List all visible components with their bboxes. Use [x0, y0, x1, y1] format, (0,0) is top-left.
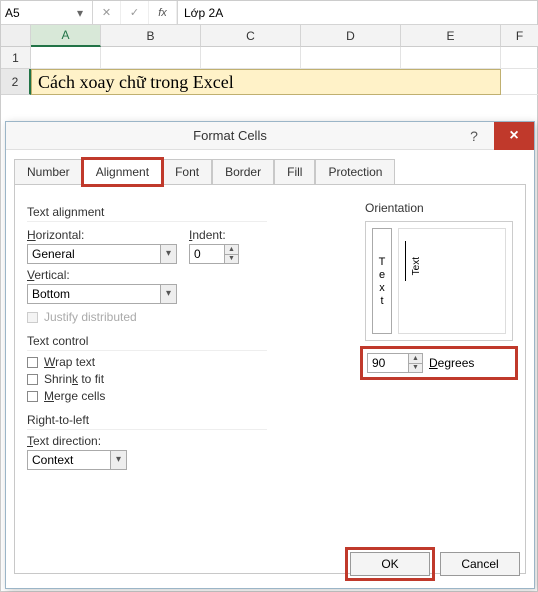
dialog-title: Format Cells	[6, 128, 454, 143]
row-2: 2 Cách xoay chữ trong Excel	[1, 69, 537, 95]
cell-d1[interactable]	[301, 47, 401, 69]
dialog-titlebar[interactable]: Format Cells ? ×	[6, 122, 534, 150]
vertical-combo[interactable]: Bottom ▾	[27, 284, 177, 304]
col-header-a[interactable]: A	[31, 25, 101, 47]
text-alignment-legend: Text alignment	[27, 205, 267, 222]
text-direction-combo[interactable]: Context ▾	[27, 450, 127, 470]
orientation-frame: T e x t Text	[365, 221, 513, 341]
vertical-label: Vertical:	[27, 268, 177, 282]
degrees-spinner[interactable]: 90 ▲▼	[367, 353, 423, 373]
cell-b2-merged[interactable]: Cách xoay chữ trong Excel	[31, 69, 501, 95]
help-button[interactable]: ?	[454, 122, 494, 150]
spin-down-icon[interactable]: ▼	[225, 255, 238, 264]
rtl-legend: Right-to-left	[27, 413, 267, 430]
orientation-legend: Orientation	[365, 201, 513, 217]
chevron-down-icon[interactable]: ▾	[160, 285, 176, 303]
checkbox-icon	[27, 391, 38, 402]
justify-distributed-check: Justify distributed	[27, 310, 267, 324]
column-headers: A B C D E F	[1, 25, 537, 47]
col-header-f[interactable]: F	[501, 25, 538, 47]
shrink-to-fit-check[interactable]: Shrink to fit	[27, 372, 267, 386]
formula-bar: A5 ▾ ✕ ✓ fx Lớp 2A	[1, 1, 537, 25]
degrees-value: 90	[368, 356, 408, 370]
chevron-down-icon[interactable]: ▾	[72, 5, 88, 21]
checkbox-icon	[27, 312, 38, 323]
tab-protection[interactable]: Protection	[315, 159, 395, 185]
format-cells-dialog: Format Cells ? × Number Alignment Font B…	[5, 121, 535, 589]
text-direction-value: Context	[28, 453, 110, 467]
degrees-label: Degrees	[429, 356, 474, 370]
text-control-legend: Text control	[27, 334, 267, 351]
indent-spinner[interactable]: 0 ▲▼	[189, 244, 239, 264]
row-1: 1	[1, 47, 537, 69]
checkbox-icon	[27, 357, 38, 368]
indent-value: 0	[190, 247, 224, 261]
cell-f1[interactable]	[501, 47, 538, 69]
col-header-b[interactable]: B	[101, 25, 201, 47]
select-all-corner[interactable]	[1, 25, 31, 47]
dialog-footer: OK Cancel	[350, 552, 520, 576]
col-header-c[interactable]: C	[201, 25, 301, 47]
alignment-panel: Text alignment HHorizontal:orizontal: Ge…	[14, 184, 526, 574]
cell-c1[interactable]	[201, 47, 301, 69]
horizontal-value: General	[28, 247, 160, 261]
checkbox-icon	[27, 374, 38, 385]
insert-function-button[interactable]: fx	[149, 1, 177, 24]
horizontal-label: HHorizontal:orizontal:	[27, 228, 177, 242]
justify-label: Justify distributed	[44, 310, 137, 324]
tab-alignment[interactable]: Alignment	[83, 159, 162, 185]
cell-b1[interactable]	[101, 47, 201, 69]
chevron-down-icon[interactable]: ▾	[160, 245, 176, 263]
text-direction-label: Text direction:	[27, 434, 267, 448]
cancel-button[interactable]: Cancel	[440, 552, 520, 576]
formula-input[interactable]: Lớp 2A	[178, 1, 537, 24]
vertical-text-button[interactable]: T e x t	[372, 228, 392, 334]
row-header-1[interactable]: 1	[1, 47, 31, 69]
name-box-value: A5	[5, 6, 72, 20]
chevron-down-icon[interactable]: ▾	[110, 451, 126, 469]
indent-label: Indent:	[189, 228, 269, 242]
ok-button[interactable]: OK	[350, 552, 430, 576]
cell-e1[interactable]	[401, 47, 501, 69]
enter-formula-button[interactable]: ✓	[121, 1, 149, 24]
dialog-tabs: Number Alignment Font Border Fill Protec…	[6, 150, 534, 184]
row-header-2[interactable]: 2	[1, 69, 31, 95]
formula-buttons: ✕ ✓ fx	[93, 1, 178, 24]
orientation-dial[interactable]: Text	[398, 228, 506, 334]
horizontal-combo[interactable]: General ▾	[27, 244, 177, 264]
name-box[interactable]: A5 ▾	[1, 1, 93, 24]
spin-up-icon[interactable]: ▲	[409, 354, 422, 364]
dial-text-label: Text	[411, 257, 422, 275]
tab-fill[interactable]: Fill	[274, 159, 315, 185]
spin-down-icon[interactable]: ▼	[409, 364, 422, 373]
col-header-d[interactable]: D	[301, 25, 401, 47]
close-button[interactable]: ×	[494, 122, 534, 150]
tab-number[interactable]: Number	[14, 159, 83, 185]
tab-font[interactable]: Font	[162, 159, 212, 185]
spin-up-icon[interactable]: ▲	[225, 245, 238, 255]
wrap-text-check[interactable]: Wrap text	[27, 355, 267, 369]
spreadsheet: A B C D E F 1 2 Cách xoay chữ trong Exce…	[1, 25, 537, 95]
merge-cells-check[interactable]: Merge cells	[27, 389, 267, 403]
vertical-value: Bottom	[28, 287, 160, 301]
degrees-row: 90 ▲▼ Degrees	[365, 351, 513, 375]
cancel-formula-button[interactable]: ✕	[93, 1, 121, 24]
col-header-e[interactable]: E	[401, 25, 501, 47]
cell-f2[interactable]	[501, 69, 538, 95]
tab-border[interactable]: Border	[212, 159, 274, 185]
cell-a1[interactable]	[31, 47, 101, 69]
